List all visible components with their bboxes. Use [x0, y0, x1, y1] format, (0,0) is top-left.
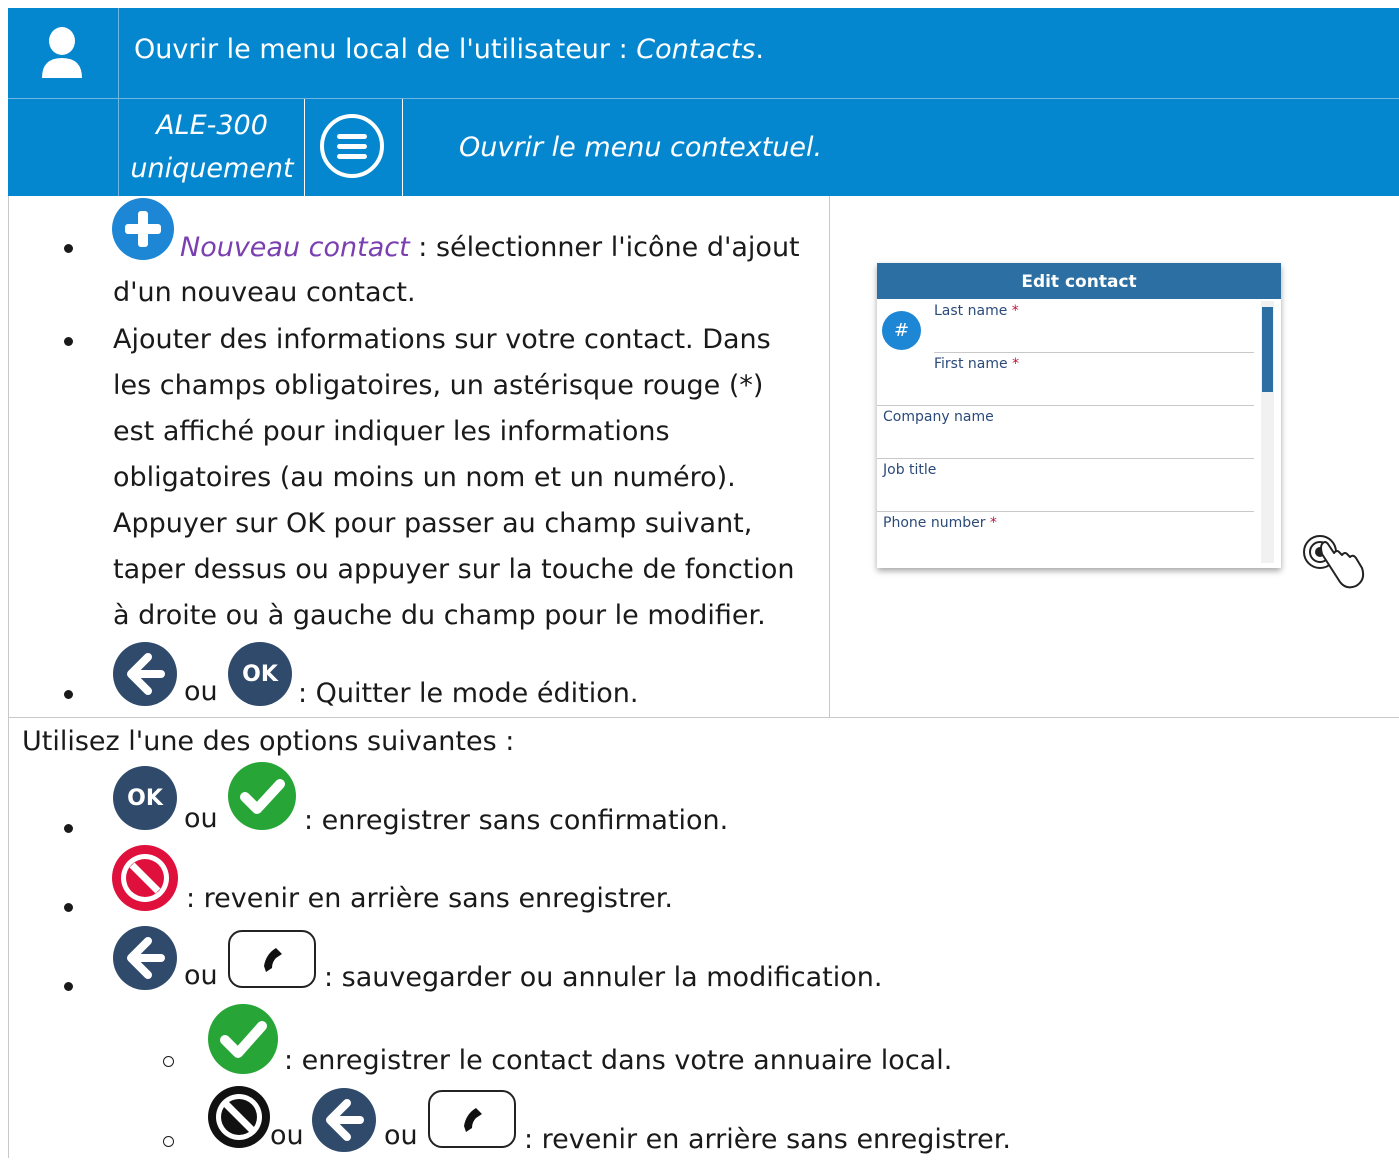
bullet — [64, 337, 73, 346]
ok-icon[interactable]: OK — [113, 766, 177, 830]
edit-contact-title: Edit contact — [877, 263, 1281, 299]
quit-text: : Quitter le mode édition. — [298, 678, 639, 709]
model-line-1: ALE-300 — [156, 110, 268, 141]
back-arrow-icon[interactable] — [113, 642, 177, 706]
ou-text: ou — [384, 1120, 418, 1151]
bullet — [64, 244, 73, 253]
subheader-divider-3 — [402, 99, 403, 196]
field-divider — [877, 511, 1254, 512]
model-label: ALE-300 uniquement — [122, 104, 302, 190]
save-or-cancel-text: : sauvegarder ou annuler la modification… — [324, 962, 883, 993]
company-name-label[interactable]: Company name — [883, 409, 994, 425]
model-line-2: uniquement — [130, 153, 294, 184]
menu-icon[interactable] — [318, 112, 386, 180]
check-circle-icon[interactable] — [228, 762, 296, 830]
plus-circle-icon[interactable] — [112, 198, 174, 260]
edit-contact-screen: Edit contact # Last name * First name * … — [877, 263, 1281, 568]
save-local-text: : enregistrer le contact dans votre annu… — [284, 1045, 953, 1076]
bullet — [64, 824, 73, 833]
bullet — [64, 903, 73, 912]
first-name-label[interactable]: First name * — [934, 356, 1019, 372]
bullet — [64, 690, 73, 699]
ou-text: ou — [270, 1120, 304, 1151]
check-circle-icon[interactable] — [208, 1004, 278, 1074]
scrollbar-thumb[interactable] — [1262, 307, 1273, 392]
touch-gesture-icon — [1300, 530, 1368, 592]
left-border — [8, 196, 9, 1158]
new-contact-link[interactable]: Nouveau contact — [180, 232, 410, 263]
ok-icon[interactable]: OK — [228, 642, 292, 706]
bullet — [64, 982, 73, 991]
header-title: Ouvrir le menu local de l'utilisateur : … — [134, 34, 765, 65]
back-text: : revenir en arrière sans enregistrer. — [524, 1124, 1011, 1155]
subheader-divider — [118, 99, 119, 196]
field-divider — [877, 405, 1254, 406]
cancel-text: : revenir en arrière sans enregistrer. — [186, 883, 673, 914]
sub-bullet — [163, 1136, 174, 1147]
ou-text: ou — [184, 960, 218, 991]
phone-button[interactable] — [228, 930, 316, 988]
row-border — [8, 717, 1399, 718]
ou-text: ou — [184, 803, 218, 834]
sub-bullet — [163, 1056, 174, 1067]
user-icon — [40, 24, 84, 80]
field-divider — [877, 458, 1254, 459]
options-intro: Utilisez l'une des options suivantes : — [22, 726, 515, 757]
middle-border — [829, 196, 830, 717]
back-arrow-icon[interactable] — [312, 1088, 376, 1152]
save-text: : enregistrer sans confirmation. — [304, 805, 729, 836]
forbidden-icon[interactable] — [208, 1086, 270, 1148]
field-divider — [934, 352, 1254, 353]
contact-avatar[interactable]: # — [882, 311, 921, 350]
new-contact-line-2: d'un nouveau contact. — [113, 277, 416, 308]
back-arrow-icon[interactable] — [113, 926, 177, 990]
last-name-label[interactable]: Last name * — [934, 303, 1019, 319]
subheader-action: Ouvrir le menu contextuel. — [459, 132, 823, 163]
phone-button[interactable] — [428, 1090, 516, 1148]
phone-number-label[interactable]: Phone number * — [883, 515, 997, 531]
add-info-text: Ajouter des informations sur votre conta… — [113, 324, 795, 631]
forbidden-icon[interactable] — [112, 845, 178, 911]
subheader-divider-2 — [304, 99, 305, 196]
job-title-label[interactable]: Job title — [883, 462, 936, 478]
phone-icon — [264, 948, 282, 972]
new-contact-line: Nouveau contact : sélectionner l'icône d… — [180, 232, 800, 263]
phone-icon — [464, 1108, 482, 1132]
ou-text: ou — [184, 676, 218, 707]
